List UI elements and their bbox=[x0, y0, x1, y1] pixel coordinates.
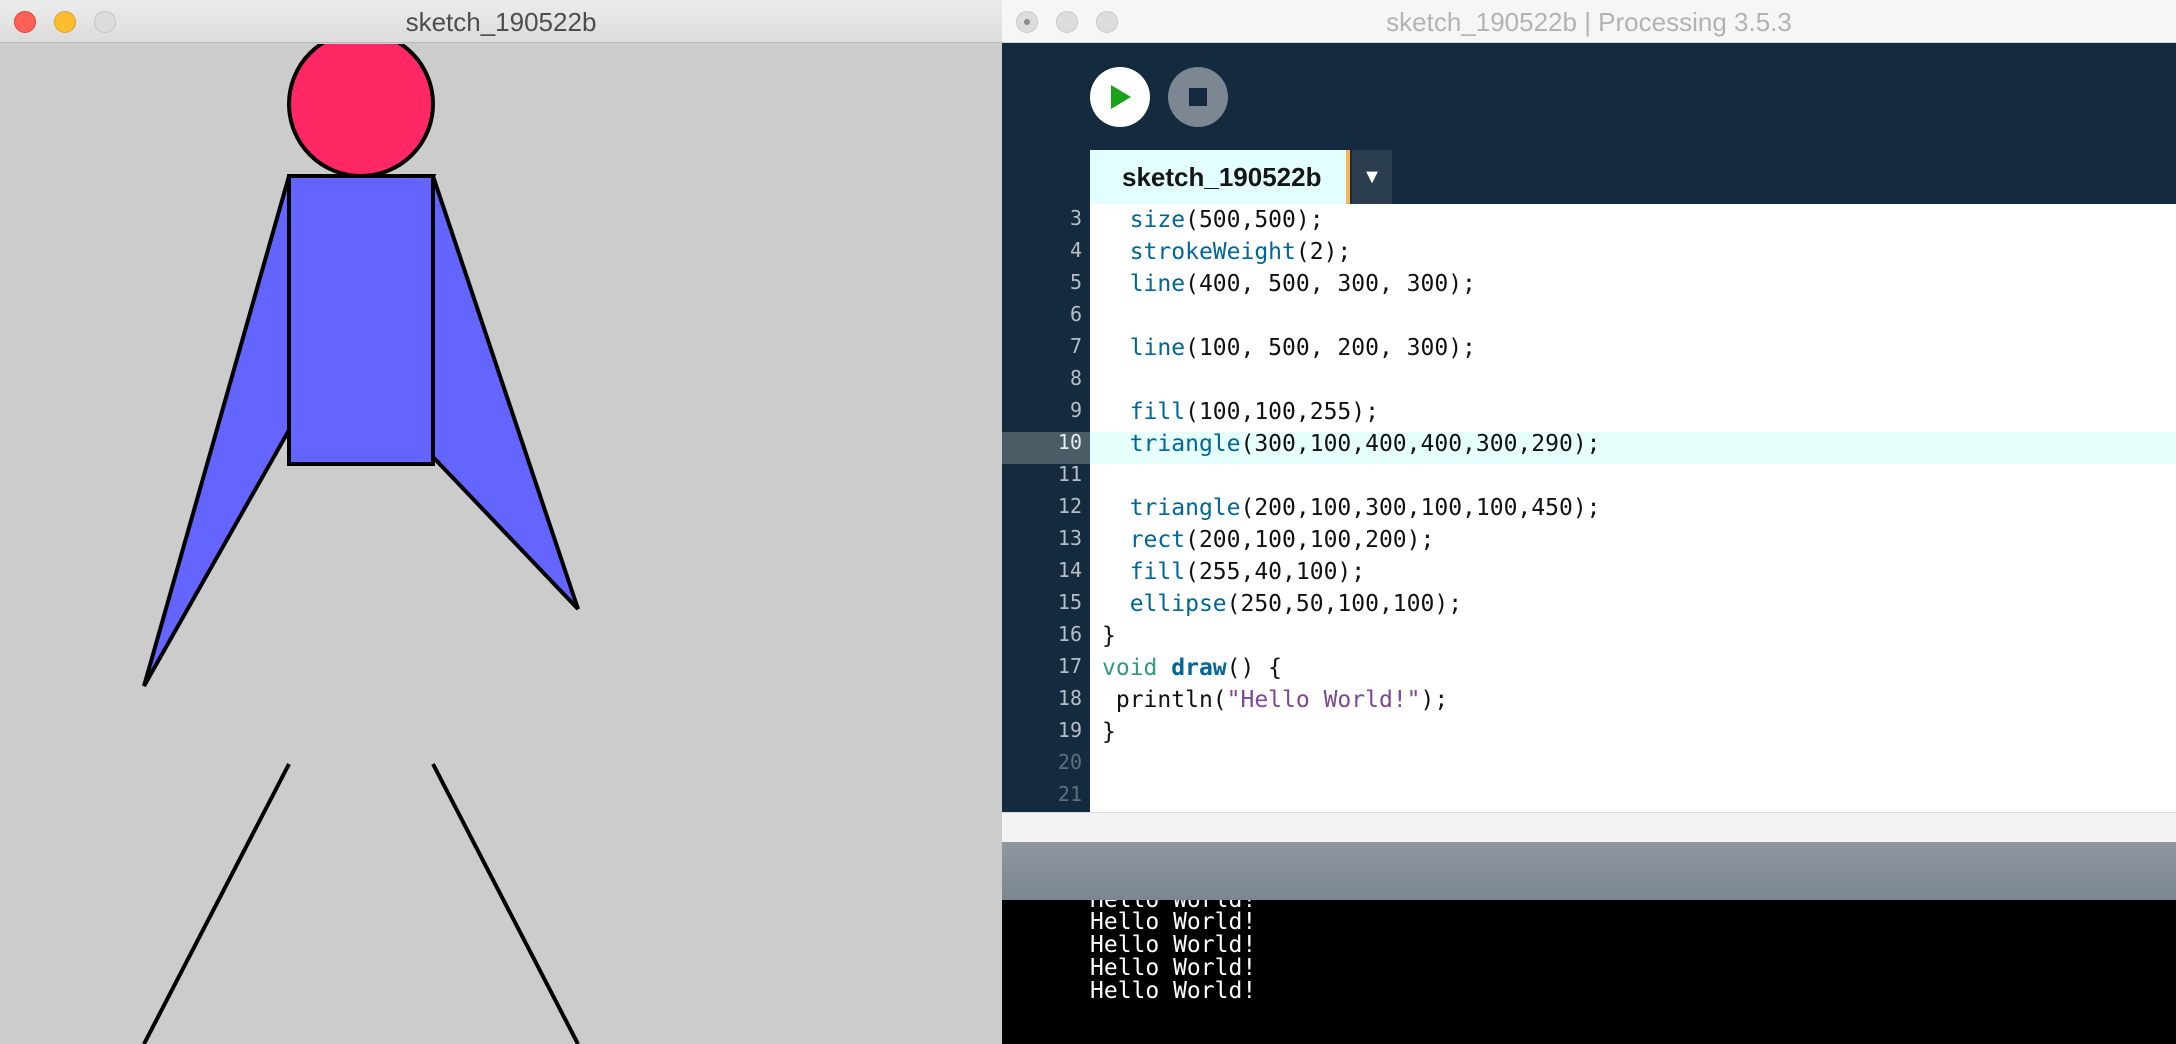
code-line: size(500,500); bbox=[1129, 207, 1324, 233]
head-circle bbox=[287, 30, 435, 178]
line-number: 6 bbox=[1069, 302, 1082, 326]
line-number: 3 bbox=[1069, 206, 1082, 230]
ide-window-title: sketch_190522b | Processing 3.5.3 bbox=[1386, 7, 1792, 37]
line-number: 13 bbox=[1057, 526, 1082, 550]
run-button[interactable] bbox=[1090, 67, 1150, 127]
line-number: 16 bbox=[1057, 622, 1082, 646]
line-number: 4 bbox=[1069, 238, 1082, 262]
code-line: println("Hello World!"); bbox=[1115, 687, 1449, 713]
ide-titlebar: sketch_190522b | Processing 3.5.3 bbox=[1002, 0, 2176, 43]
status-bar bbox=[1002, 842, 2176, 900]
code-line: fill(255,40,100); bbox=[1129, 559, 1366, 585]
code-line: triangle(200,100,300,100,100,450); bbox=[1129, 495, 1601, 521]
console-output[interactable]: Hello World! Hello World! Hello World! H… bbox=[1002, 900, 2176, 1044]
line-number: 5 bbox=[1069, 270, 1082, 294]
line-number: 7 bbox=[1069, 334, 1082, 358]
sketch-canvas bbox=[0, 30, 1002, 1044]
code-line: } bbox=[1102, 623, 1116, 649]
right-arm-triangle bbox=[431, 175, 580, 611]
console-line: Hello World! bbox=[1090, 978, 1257, 1004]
code-line: line(400, 500, 300, 300); bbox=[1129, 271, 1476, 297]
processing-ide-window: sketch_190522b | Processing 3.5.3 sketch… bbox=[1002, 0, 2176, 1044]
sketch-window-title: sketch_190522b bbox=[405, 7, 597, 37]
body-rectangle bbox=[287, 174, 435, 466]
right-leg-line bbox=[431, 763, 580, 1044]
sketch-window: sketch_190522b bbox=[0, 0, 1002, 1044]
tab-label: sketch_190522b bbox=[1122, 161, 1322, 192]
stick-figure-drawing bbox=[142, 30, 580, 1044]
tab-menu-button[interactable]: ▼ bbox=[1352, 150, 1392, 204]
line-number-current: 10 bbox=[1057, 430, 1082, 454]
code-line-current: triangle(300,100,400,400,300,290); bbox=[1129, 431, 1601, 457]
editor-horizontal-scroll-area[interactable] bbox=[1002, 812, 2176, 842]
stop-icon bbox=[1189, 88, 1207, 106]
line-number: 14 bbox=[1057, 558, 1082, 582]
line-number: 12 bbox=[1057, 494, 1082, 518]
code-line: rect(200,100,100,200); bbox=[1129, 527, 1435, 553]
chevron-down-icon: ▼ bbox=[1362, 165, 1382, 188]
line-number: 19 bbox=[1057, 718, 1082, 742]
play-icon bbox=[1111, 85, 1131, 109]
stop-button[interactable] bbox=[1168, 67, 1228, 127]
line-number: 18 bbox=[1057, 686, 1082, 710]
code-editor[interactable]: size(500,500); strokeWeight(2); line(400… bbox=[1090, 204, 2176, 812]
line-number-gutter: 3 4 5 6 7 8 9 10 11 12 13 14 15 16 17 18… bbox=[1002, 204, 1090, 812]
line-number: 21 bbox=[1057, 782, 1082, 806]
code-line: ellipse(250,50,100,100); bbox=[1129, 591, 1463, 617]
line-number: 11 bbox=[1057, 462, 1082, 486]
line-number: 15 bbox=[1057, 590, 1082, 614]
line-number: 20 bbox=[1057, 750, 1082, 774]
code-line: } bbox=[1102, 719, 1116, 745]
line-number: 8 bbox=[1069, 366, 1082, 390]
line-number: 17 bbox=[1057, 654, 1082, 678]
sketch-titlebar: sketch_190522b bbox=[0, 0, 1002, 43]
line-number: 9 bbox=[1069, 398, 1082, 422]
code-line: line(100, 500, 200, 300); bbox=[1129, 335, 1476, 361]
code-line: void draw() { bbox=[1102, 655, 1283, 681]
ide-toolbar: sketch_190522b ▼ bbox=[1002, 43, 2176, 204]
code-line: strokeWeight(2); bbox=[1129, 239, 1352, 265]
left-leg-line bbox=[142, 763, 291, 1044]
code-line: fill(100,100,255); bbox=[1129, 399, 1379, 425]
tab-sketch[interactable]: sketch_190522b bbox=[1090, 150, 1350, 204]
